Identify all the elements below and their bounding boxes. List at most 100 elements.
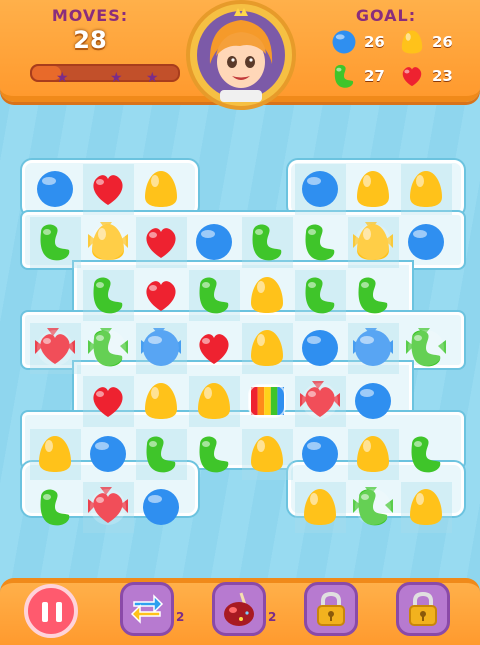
board-cell[interactable] xyxy=(83,323,134,374)
board-cell[interactable] xyxy=(295,482,346,533)
moves-value: 28 xyxy=(73,26,107,54)
padlock-icon xyxy=(317,591,345,626)
board-cell[interactable] xyxy=(30,323,81,374)
blue-candy-icon xyxy=(355,383,391,419)
girl-avatar-icon xyxy=(197,8,285,102)
candy-apple-booster-button[interactable] xyxy=(212,582,266,636)
yellow-candy-icon xyxy=(357,171,389,207)
yellow-candy-icon xyxy=(401,30,423,54)
board-cell[interactable] xyxy=(30,164,81,215)
board-cell[interactable] xyxy=(30,482,81,533)
wrapped-green-candy-icon xyxy=(88,328,128,367)
board-cell[interactable] xyxy=(295,164,346,215)
board-cell[interactable] xyxy=(83,164,134,215)
goal-label: GOAL: xyxy=(355,6,417,25)
board-cell[interactable] xyxy=(189,323,240,374)
goal-count: 26 xyxy=(364,33,385,51)
green-candy-icon xyxy=(305,277,335,314)
green-candy-icon xyxy=(199,277,229,314)
board-cell[interactable] xyxy=(136,429,187,480)
red-candy-icon xyxy=(146,281,176,311)
moves-label: MOVES: xyxy=(51,6,129,25)
board-cell[interactable] xyxy=(136,270,187,321)
board-cell[interactable] xyxy=(189,270,240,321)
blue-candy-icon xyxy=(37,171,73,207)
board-cell[interactable] xyxy=(348,376,399,427)
green-candy-icon xyxy=(305,224,335,261)
goal-count: 26 xyxy=(432,33,453,51)
board-cell[interactable] xyxy=(295,376,346,427)
candy-apple-icon xyxy=(224,592,254,626)
blue-candy-icon xyxy=(196,224,232,260)
green-candy-icon xyxy=(358,277,388,314)
candy-apple-count: 2 xyxy=(268,610,277,624)
board-cell[interactable] xyxy=(136,164,187,215)
board-cell[interactable] xyxy=(189,429,240,480)
board-cell[interactable] xyxy=(348,323,399,374)
board-cell[interactable] xyxy=(83,429,134,480)
goal-count: 27 xyxy=(364,67,385,85)
yellow-candy-icon xyxy=(251,277,283,313)
padlock-icon xyxy=(409,591,437,626)
board-cell[interactable] xyxy=(348,270,399,321)
wrapped-red-candy-icon xyxy=(88,487,128,525)
wrapped-yellow-candy-icon xyxy=(88,222,128,260)
green-candy-icon xyxy=(40,224,70,261)
board-cell[interactable] xyxy=(242,323,293,374)
red-candy-icon xyxy=(93,387,123,417)
board-cell[interactable] xyxy=(136,323,187,374)
board-cell[interactable] xyxy=(295,323,346,374)
wrapped-red-candy-icon xyxy=(35,328,75,366)
star-icon: ★ xyxy=(146,70,159,86)
board-cell[interactable] xyxy=(136,376,187,427)
locked-booster-button[interactable] xyxy=(396,582,450,636)
green-candy-icon xyxy=(40,489,70,526)
shuffle-count: 2 xyxy=(176,610,185,624)
red-candy-icon xyxy=(199,334,229,364)
board-cell[interactable] xyxy=(401,323,452,374)
board-cell[interactable] xyxy=(30,217,81,268)
board-cell[interactable] xyxy=(401,164,452,215)
board-cell[interactable] xyxy=(189,376,240,427)
board-cell[interactable] xyxy=(136,482,187,533)
board-cell[interactable] xyxy=(83,217,134,268)
locked-booster-button[interactable] xyxy=(304,582,358,636)
board-cell[interactable] xyxy=(295,217,346,268)
board-cell[interactable] xyxy=(401,482,452,533)
yellow-candy-icon xyxy=(39,436,71,472)
pause-icon xyxy=(56,602,62,622)
board-cell[interactable] xyxy=(83,270,134,321)
green-candy-icon xyxy=(199,436,229,473)
board-cell[interactable] xyxy=(348,164,399,215)
shuffle-booster-button[interactable] xyxy=(120,582,174,636)
yellow-candy-icon xyxy=(145,171,177,207)
yellow-candy-icon xyxy=(145,383,177,419)
yellow-candy-icon xyxy=(357,436,389,472)
wrapped-yellow-candy-icon xyxy=(353,222,393,260)
board-cell[interactable] xyxy=(30,429,81,480)
star-icon: ★ xyxy=(56,70,69,86)
board-cell[interactable] xyxy=(348,482,399,533)
board-cell[interactable] xyxy=(295,429,346,480)
board-cell[interactable] xyxy=(295,270,346,321)
board-cell[interactable] xyxy=(401,429,452,480)
board-cell[interactable] xyxy=(401,217,452,268)
red-candy-icon xyxy=(402,67,422,87)
green-candy-icon xyxy=(93,277,123,314)
board-cell[interactable] xyxy=(83,376,134,427)
blue-candy-icon xyxy=(302,330,338,366)
wrapped-green-candy-icon xyxy=(353,487,393,526)
green-candy-icon xyxy=(411,436,441,473)
board-cell[interactable] xyxy=(348,429,399,480)
board-cell[interactable] xyxy=(242,376,293,427)
board-cell[interactable] xyxy=(242,270,293,321)
yellow-candy-icon xyxy=(198,383,230,419)
board-cell[interactable] xyxy=(242,429,293,480)
board-cell[interactable] xyxy=(136,217,187,268)
red-candy-icon xyxy=(93,175,123,205)
board-cell[interactable] xyxy=(348,217,399,268)
board-cell[interactable] xyxy=(242,217,293,268)
board-cell[interactable] xyxy=(83,482,134,533)
board-cell[interactable] xyxy=(189,217,240,268)
pause-button[interactable] xyxy=(24,584,78,638)
